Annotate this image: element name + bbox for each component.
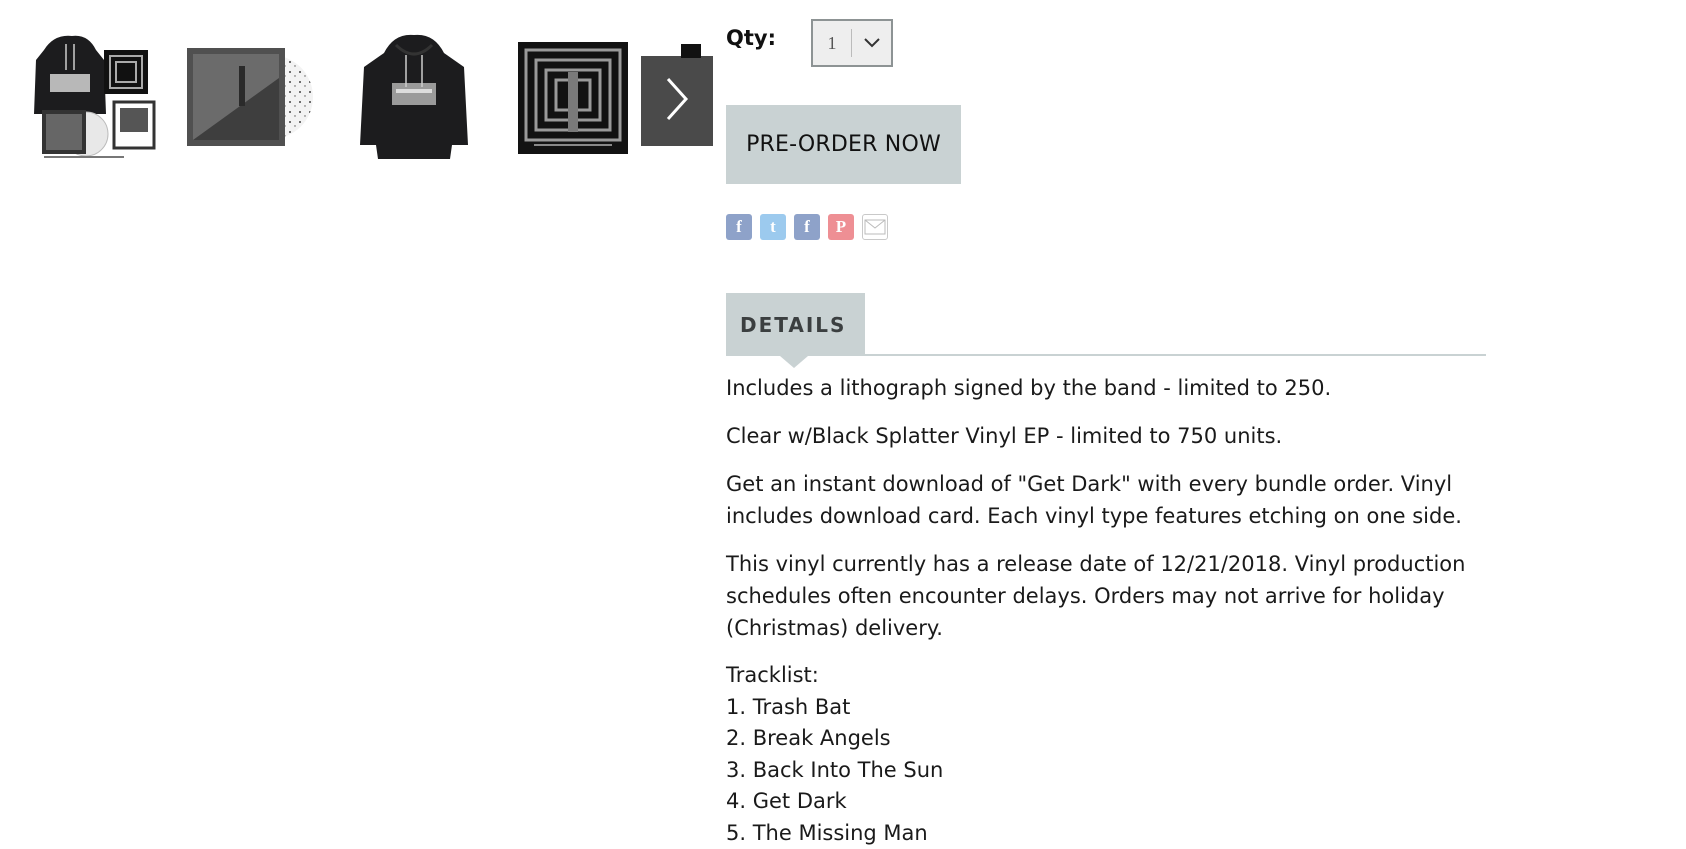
- product-thumbnail-gallery: [0, 0, 720, 180]
- track-item: 4. Get Dark: [726, 786, 1486, 818]
- thumbnail-album-art[interactable]: [518, 42, 628, 154]
- twitter-icon[interactable]: t: [760, 214, 786, 240]
- tab-details-label: DETAILS: [740, 313, 846, 337]
- tab-details[interactable]: DETAILS: [726, 293, 865, 356]
- tracklist: Tracklist: 1. Trash Bat 2. Break Angels …: [726, 660, 1486, 849]
- details-paragraph: Get an instant download of "Get Dark" wi…: [726, 468, 1486, 532]
- thumbnail-hoodie[interactable]: [344, 33, 484, 160]
- qty-select[interactable]: 1: [811, 19, 893, 67]
- chevron-right-icon: [664, 77, 690, 125]
- preorder-button[interactable]: PRE-ORDER NOW: [726, 105, 961, 184]
- details-content: Includes a lithograph signed by the band…: [726, 372, 1486, 849]
- tracklist-heading: Tracklist:: [726, 660, 1486, 692]
- pinterest-icon[interactable]: P: [828, 214, 854, 240]
- gallery-next-button[interactable]: [641, 56, 713, 146]
- track-item: 5. The Missing Man: [726, 818, 1486, 849]
- qty-value: 1: [813, 21, 851, 65]
- details-paragraph: This vinyl currently has a release date …: [726, 548, 1486, 644]
- facebook-icon[interactable]: f: [726, 214, 752, 240]
- qty-label: Qty:: [726, 26, 776, 50]
- thumbnail-bundle[interactable]: [26, 30, 158, 160]
- share-bar: f t f P: [726, 214, 888, 240]
- email-icon[interactable]: [862, 214, 888, 240]
- track-item: 3. Back Into The Sun: [726, 755, 1486, 787]
- thumbnail-edge: [681, 44, 701, 58]
- thumbnail-splatter-vinyl[interactable]: [187, 48, 315, 146]
- details-paragraph: Includes a lithograph signed by the band…: [726, 372, 1486, 404]
- track-item: 2. Break Angels: [726, 723, 1486, 755]
- chevron-down-icon: [852, 21, 891, 65]
- tab-pointer: [780, 356, 808, 368]
- facebook-share-icon[interactable]: f: [794, 214, 820, 240]
- tab-divider: [726, 354, 1486, 356]
- track-item: 1. Trash Bat: [726, 692, 1486, 724]
- details-paragraph: Clear w/Black Splatter Vinyl EP - limite…: [726, 420, 1486, 452]
